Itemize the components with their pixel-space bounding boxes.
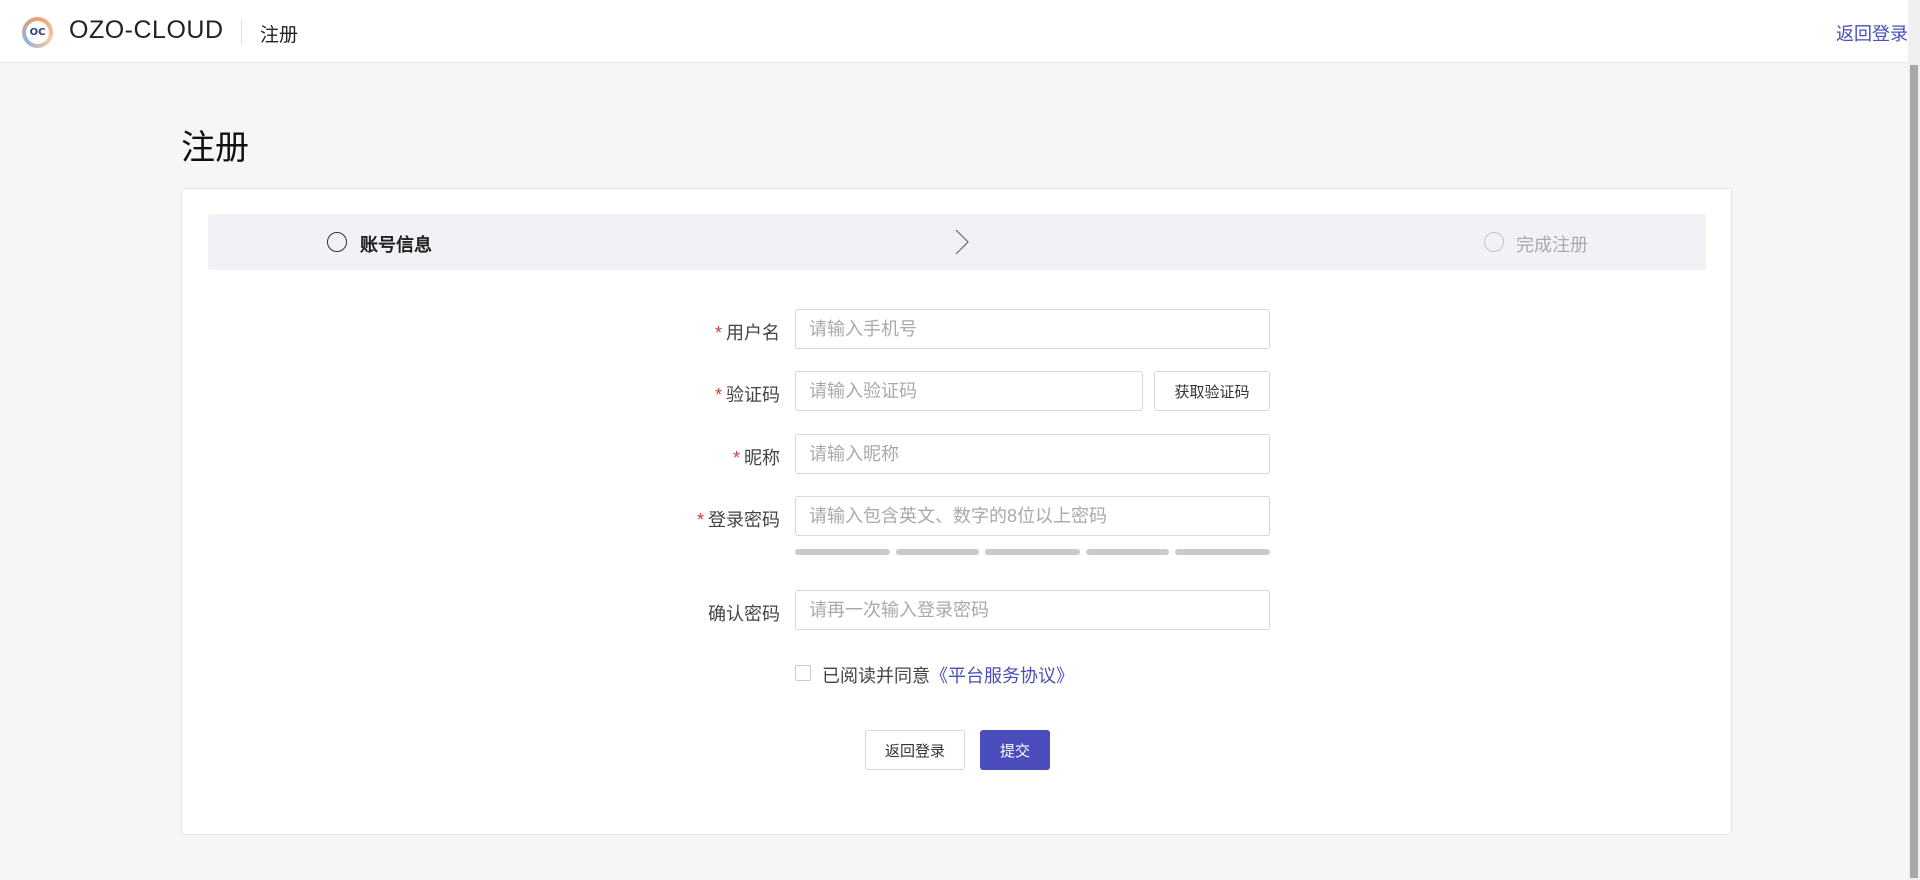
step-account-info-label: 账号信息 [360, 235, 432, 255]
brand-name: OZO-CLOUD [69, 16, 224, 44]
get-code-button[interactable]: 获取验证码 [1154, 371, 1270, 411]
verification-code-input[interactable] [795, 371, 1143, 411]
password-strength-segment [985, 549, 1080, 555]
confirm-password-label: 确认密码 [580, 600, 780, 626]
step-complete-label: 完成注册 [1516, 235, 1588, 255]
back-to-login-button[interactable]: 返回登录 [865, 730, 965, 770]
page-title: 注册 [181, 129, 249, 167]
confirm-password-label-text: 确认密码 [708, 604, 780, 624]
password-strength-segment [1086, 549, 1169, 555]
step-complete-circle-icon [1484, 232, 1504, 252]
scrollbar-thumb[interactable] [1910, 65, 1918, 878]
page-scrollbar[interactable] [1908, 63, 1920, 880]
header-back-to-login-link[interactable]: 返回登录 [1836, 20, 1908, 46]
password-strength-segment [795, 549, 890, 555]
scrollbar-corner [1908, 0, 1920, 63]
chevron-right-icon [955, 229, 969, 255]
submit-button[interactable]: 提交 [980, 730, 1050, 770]
password-label: * 登录密码 [580, 506, 780, 532]
required-mark: * [732, 448, 740, 468]
logo-text: OC [26, 21, 49, 44]
nickname-label-text: 昵称 [744, 448, 780, 468]
code-label-text: 验证码 [726, 385, 780, 405]
step-account-circle-icon [327, 232, 347, 252]
header-divider [241, 20, 242, 44]
nickname-input[interactable] [795, 434, 1270, 474]
header-title: 注册 [260, 25, 299, 46]
password-strength-segment [1175, 549, 1270, 555]
username-label-text: 用户名 [726, 323, 780, 343]
password-strength-segment [896, 549, 979, 555]
required-mark: * [714, 323, 722, 343]
top-bar: OC OZO-CLOUD 注册 返回登录 [0, 0, 1908, 63]
username-label: * 用户名 [580, 319, 780, 345]
nickname-label: * 昵称 [580, 444, 780, 470]
agreement-checkbox[interactable] [795, 665, 811, 681]
ozo-cloud-logo-icon: OC [22, 17, 53, 48]
code-label: * 验证码 [580, 381, 780, 407]
agreement-text: 已阅读并同意 [822, 666, 930, 686]
password-input[interactable] [795, 496, 1270, 536]
confirm-password-input[interactable] [795, 590, 1270, 630]
password-label-text: 登录密码 [708, 510, 780, 530]
required-mark: * [696, 510, 704, 530]
required-mark: * [714, 385, 722, 405]
username-input[interactable] [795, 309, 1270, 349]
service-agreement-link[interactable]: 《平台服务协议》 [930, 662, 1074, 688]
